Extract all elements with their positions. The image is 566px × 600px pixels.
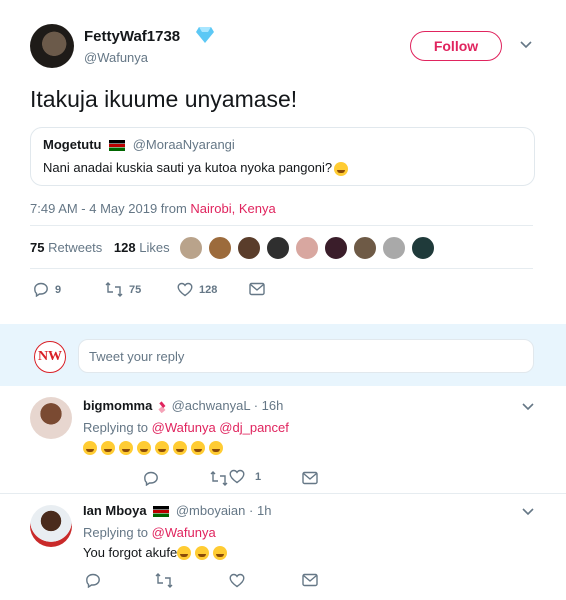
reply-time[interactable]: · 1h [249, 503, 271, 518]
envelope-icon [249, 282, 265, 296]
retweet-count: 75 [129, 283, 142, 296]
reply-author-handle[interactable]: @mboyaian [176, 503, 246, 518]
liker-avatar[interactable] [410, 235, 436, 261]
replying-to-mentions[interactable]: @Wafunya @dj_pancef [152, 420, 289, 435]
tweet-timestamp[interactable]: 7:49 AM - 4 May 2019 from [30, 201, 187, 216]
like-count: 128 [199, 283, 218, 296]
tears-of-joy-emoji-icon [155, 441, 169, 455]
reply-icon [143, 471, 159, 486]
retweet-action[interactable] [155, 573, 173, 588]
reply-count: 9 [55, 283, 62, 296]
retweet-action[interactable]: 75 [105, 282, 141, 297]
quoted-tweet[interactable] [30, 127, 535, 186]
liker-avatar[interactable] [207, 235, 233, 261]
liker-avatar[interactable] [381, 235, 407, 261]
replying-to-label: Replying to [83, 420, 149, 435]
liker-avatar[interactable] [178, 235, 204, 261]
reply-action[interactable]: 9 [33, 282, 61, 297]
reply-icon [33, 282, 49, 297]
current-user-logo: NW [34, 341, 66, 373]
retweet-icon [155, 573, 173, 588]
tears-of-joy-emoji-icon [195, 545, 210, 560]
quote-text: Nani anadai kuskia sauti ya kutoa nyoka … [43, 160, 333, 175]
retweet-action[interactable] [210, 471, 228, 486]
verified-diamond-icon [196, 27, 214, 43]
reply-emoji-row [83, 441, 227, 455]
chevron-down-icon[interactable] [522, 403, 534, 411]
retweets-label: Retweets [48, 240, 103, 255]
retweets-stat[interactable]: 75 Retweets [30, 240, 106, 255]
likes-label: Likes [139, 240, 170, 255]
liker-avatars [178, 235, 436, 261]
reply-action[interactable] [143, 471, 159, 486]
kenya-flag-icon [109, 140, 126, 152]
envelope-icon [302, 471, 318, 485]
retweet-icon [105, 282, 123, 297]
tears-of-joy-emoji-icon [334, 161, 349, 176]
liker-avatar[interactable] [265, 235, 291, 261]
like-action[interactable]: 1 [229, 469, 261, 484]
tweet-reply-input[interactable]: Tweet your reply [78, 339, 534, 373]
like-action[interactable]: 128 [177, 282, 217, 297]
reply-author-handle[interactable]: @achwanyaL [172, 398, 250, 413]
tears-of-joy-emoji-icon [83, 441, 97, 455]
reply-action[interactable] [85, 573, 101, 588]
reply-author-avatar[interactable] [30, 397, 72, 439]
likes-stat[interactable]: 128 Likes [114, 240, 170, 255]
liker-avatar[interactable] [236, 235, 262, 261]
tears-of-joy-emoji-icon [213, 545, 228, 560]
tears-of-joy-emoji-icon [209, 441, 223, 455]
heart-icon [177, 282, 193, 297]
liker-avatar[interactable] [323, 235, 349, 261]
reply-icon [85, 573, 101, 588]
replying-to-mentions[interactable]: @Wafunya [152, 525, 216, 540]
direct-message-action[interactable] [249, 282, 265, 296]
quote-author-name: Mogetutu [43, 137, 102, 152]
liker-avatar[interactable] [352, 235, 378, 261]
tears-of-joy-emoji-icon [173, 441, 187, 455]
replying-to-label: Replying to [83, 525, 149, 540]
reply-time[interactable]: · 16h [254, 398, 284, 413]
reply-author-name[interactable]: Ian Mboya [83, 503, 147, 518]
kenya-flag-icon [153, 506, 170, 518]
direct-message-action[interactable] [302, 573, 318, 587]
reply-placeholder: Tweet your reply [89, 348, 185, 364]
tears-of-joy-emoji-icon [137, 441, 151, 455]
envelope-icon [302, 573, 318, 587]
likes-count: 128 [113, 240, 136, 255]
tweet-text: Itakuja ikuume unyamase! [30, 86, 298, 112]
direct-message-action[interactable] [302, 471, 318, 485]
like-action[interactable] [229, 573, 245, 588]
reply-author-avatar[interactable] [30, 505, 72, 547]
chevron-down-icon[interactable] [522, 508, 534, 516]
retweet-icon [210, 471, 228, 486]
author-handle[interactable]: @Wafunya [84, 50, 148, 65]
tears-of-joy-emoji-icon [119, 441, 133, 455]
reply-emoji-row [177, 545, 231, 560]
heart-icon [229, 573, 245, 588]
like-count: 1 [255, 470, 262, 483]
tears-of-joy-emoji-icon [177, 545, 192, 560]
chevron-down-icon[interactable] [520, 41, 532, 49]
reply-author-name[interactable]: bigmomma [83, 398, 152, 413]
follow-button[interactable]: Follow [410, 31, 502, 61]
tears-of-joy-emoji-icon [191, 441, 205, 455]
heart-icon [229, 469, 245, 484]
reply-text: You forgot akufe [83, 545, 178, 560]
author-name[interactable]: FettyWaf1738 [84, 28, 180, 45]
liker-avatar[interactable] [294, 235, 320, 261]
retweets-count: 75 [30, 240, 45, 255]
quote-author-handle: @MoraaNyarangi [132, 137, 235, 152]
lipstick-emoji-icon [156, 400, 168, 413]
tears-of-joy-emoji-icon [101, 441, 115, 455]
tweet-location-link[interactable]: Nairobi, Kenya [190, 201, 275, 216]
author-avatar[interactable] [30, 24, 74, 68]
